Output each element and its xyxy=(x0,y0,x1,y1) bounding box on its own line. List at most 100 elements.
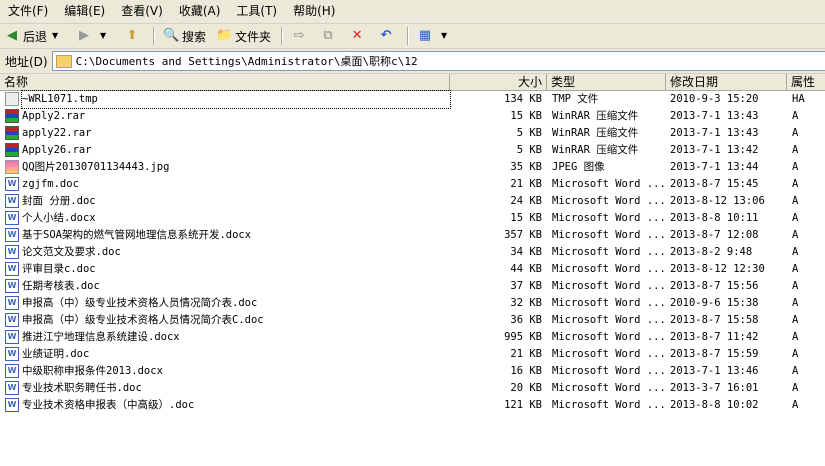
file-attr: A xyxy=(792,110,799,122)
file-row[interactable]: W 中级职称申报条件2013.docx 16 KB Microsoft Word ..… xyxy=(0,363,825,380)
file-attr: HA xyxy=(792,93,805,105)
doc-file-icon: W xyxy=(5,211,19,225)
doc-file-icon: W xyxy=(5,177,19,191)
file-date: 2013-8-7 15:45 xyxy=(670,178,759,190)
up-folder-button[interactable]: ⬆ xyxy=(120,25,147,47)
file-date: 2013-7-1 13:44 xyxy=(670,161,759,173)
views-button[interactable]: ▦ ▼ xyxy=(413,25,459,47)
back-label: 后退 xyxy=(23,29,48,44)
file-type: WinRAR 压缩文件 xyxy=(552,110,639,122)
toolbar: ◀ 后退 ▼ ▶ ▼ ⬆ 🔍 搜索 📁 文件夹 ⇨ ⧉ ✕ ↶ ▦ ▼ xyxy=(0,24,825,49)
separator xyxy=(407,27,410,45)
file-row[interactable]: W 业绩证明.doc 21 KB Microsoft Word ... 2013-8-7… xyxy=(0,346,825,363)
search-label: 搜索 xyxy=(182,29,207,44)
move-to-button[interactable]: ⇨ xyxy=(287,25,314,47)
file-row[interactable]: Apply2.rar 15 KB WinRAR 压缩文件 2013-7-1 13:43… xyxy=(0,108,825,125)
menu-file[interactable]: 文件(F) xyxy=(0,0,56,23)
file-type: JPEG 图像 xyxy=(552,161,605,173)
file-row[interactable]: W 任期考核表.doc 37 KB Microsoft Word ... 2013-8-… xyxy=(0,278,825,295)
file-size: 24 KB xyxy=(510,195,542,207)
search-button[interactable]: 🔍 搜索 xyxy=(159,25,210,47)
file-type: Microsoft Word ... xyxy=(552,365,664,377)
file-name: Apply26.rar xyxy=(22,144,92,156)
column-name[interactable]: 名称 xyxy=(0,74,450,90)
dropdown-icon: ▼ xyxy=(440,31,448,40)
file-attr: A xyxy=(792,246,799,258)
file-type: WinRAR 压缩文件 xyxy=(552,144,639,156)
file-type: Microsoft Word ... xyxy=(552,229,664,241)
undo-button[interactable]: ↶ xyxy=(374,25,401,47)
forward-button[interactable]: ▶ ▼ xyxy=(72,25,118,47)
undo-icon: ↶ xyxy=(380,28,392,43)
file-size: 21 KB xyxy=(510,348,542,360)
file-row[interactable]: W 申报高（中）级专业技术资格人员情况简介表C.doc 36 KB Microsoft… xyxy=(0,312,825,329)
jpg-file-icon xyxy=(5,160,19,174)
file-size: 20 KB xyxy=(510,382,542,394)
file-name: 任期考核表.doc xyxy=(22,280,100,292)
column-size[interactable]: 大小 xyxy=(450,74,547,90)
menu-tools[interactable]: 工具(T) xyxy=(228,0,285,23)
file-size: 34 KB xyxy=(510,246,542,258)
dropdown-icon: ▼ xyxy=(51,31,59,40)
file-row[interactable]: ~WRL1071.tmp 134 KB TMP 文件 2010-9-3 15:20 HA xyxy=(0,90,825,109)
doc-file-icon: W xyxy=(5,330,19,344)
menu-edit[interactable]: 编辑(E) xyxy=(56,0,113,23)
folder-icon xyxy=(55,54,72,68)
folders-label: 文件夹 xyxy=(235,29,272,44)
file-row[interactable]: Wzgjfm.doc 21 KB Microsoft Word ... 2013-8-… xyxy=(0,176,825,193)
file-row[interactable]: Apply26.rar 5 KB WinRAR 压缩文件 2013-7-1 13:42… xyxy=(0,142,825,159)
file-row[interactable]: W 个人小结.docx 15 KB Microsoft Word ... 2013-8-… xyxy=(0,210,825,227)
file-size: 121 KB xyxy=(504,399,542,411)
doc-file-icon: W xyxy=(5,313,19,327)
file-date: 2013-8-7 15:58 xyxy=(670,314,759,326)
file-row[interactable]: W 推进江宁地理信息系统建设.docx 995 KB Microsoft Word .… xyxy=(0,329,825,346)
separator xyxy=(281,27,284,45)
folder-icon: 📁 xyxy=(216,28,233,43)
file-date: 2013-8-7 15:56 xyxy=(670,280,759,292)
file-row[interactable]: W 封面 分册.doc 24 KB Microsoft Word ... 2013-8-… xyxy=(0,193,825,210)
file-row[interactable]: W 论文范文及要求.doc 34 KB Microsoft Word ... 2013-… xyxy=(0,244,825,261)
file-attr: A xyxy=(792,127,799,139)
file-row[interactable]: QQ图片20130701134443.jpg 35 KB JPEG 图像 2013-7… xyxy=(0,159,825,176)
file-name: 申报高（中）级专业技术资格人员情况简介表C.doc xyxy=(22,314,264,326)
file-attr: A xyxy=(792,382,799,394)
doc-file-icon: W xyxy=(5,347,19,361)
file-type: Microsoft Word ... xyxy=(552,246,664,258)
column-attr[interactable]: 属性 xyxy=(787,74,825,90)
file-attr: A xyxy=(792,348,799,360)
file-type: Microsoft Word ... xyxy=(552,399,664,411)
file-name: 业绩证明.doc xyxy=(22,348,90,360)
file-type: Microsoft Word ... xyxy=(552,297,664,309)
copy-to-button[interactable]: ⧉ xyxy=(316,25,343,47)
file-row[interactable]: apply22.rar 5 KB WinRAR 压缩文件 2013-7-1 13:43… xyxy=(0,125,825,142)
file-row[interactable]: W 专业技术资格申报表（中高级）.doc 121 KB Microsoft Word … xyxy=(0,397,825,414)
menu-help[interactable]: 帮助(H) xyxy=(285,0,343,23)
file-date: 2013-8-2 9:48 xyxy=(670,246,753,258)
file-attr: A xyxy=(792,263,799,275)
up-folder-icon: ⬆ xyxy=(126,28,138,43)
file-row[interactable]: W 申报高（中）级专业技术资格人员情况简介表.doc 32 KB Microsoft … xyxy=(0,295,825,312)
rar-file-icon xyxy=(5,126,19,140)
doc-file-icon: W xyxy=(5,245,19,259)
file-date: 2010-9-6 15:38 xyxy=(670,297,759,309)
delete-button[interactable]: ✕ xyxy=(345,25,372,47)
menu-favorites[interactable]: 收藏(A) xyxy=(171,0,229,23)
address-input[interactable]: C:\Documents and Settings\Administrator\… xyxy=(51,51,825,71)
file-date: 2013-8-8 10:02 xyxy=(670,399,759,411)
file-size: 134 KB xyxy=(504,93,542,105)
file-row[interactable]: W 评审目录c.doc 44 KB Microsoft Word ... 2013-8-… xyxy=(0,261,825,278)
address-bar: 地址(D) C:\Documents and Settings\Administ… xyxy=(0,49,825,74)
menu-view[interactable]: 查看(V) xyxy=(113,0,171,23)
file-attr: A xyxy=(792,365,799,377)
back-button[interactable]: ◀ 后退 ▼ xyxy=(0,25,70,47)
column-type[interactable]: 类型 xyxy=(547,74,666,90)
file-row[interactable]: W 基于SOA架构的燃气管网地理信息系统开发.docx 357 KB Microsof… xyxy=(0,227,825,244)
doc-file-icon: W xyxy=(5,398,19,412)
file-name: 专业技术职务聘任书.doc xyxy=(22,382,142,394)
file-type: Microsoft Word ... xyxy=(552,314,664,326)
column-date[interactable]: 修改日期 xyxy=(666,74,787,90)
folders-button[interactable]: 📁 文件夹 xyxy=(212,25,275,47)
rar-file-icon xyxy=(5,143,19,157)
file-row[interactable]: W 专业技术职务聘任书.doc 20 KB Microsoft Word ... 201… xyxy=(0,380,825,397)
doc-file-icon: W xyxy=(5,262,19,276)
